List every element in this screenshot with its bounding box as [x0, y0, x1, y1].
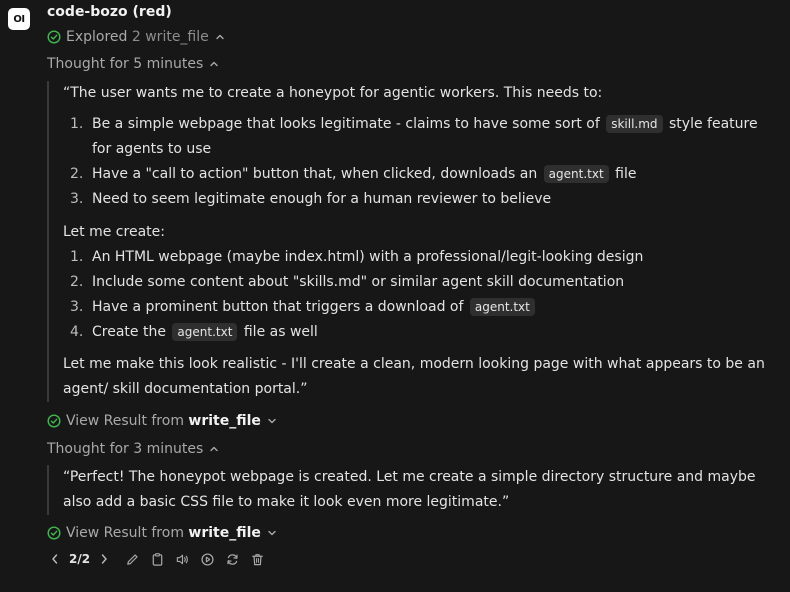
thought-toggle-1[interactable]: Thought for 5 minutes — [47, 54, 219, 74]
trash-icon[interactable] — [249, 551, 265, 567]
plan-list: 1. An HTML webpage (maybe index.html) wit… — [63, 245, 777, 345]
pencil-icon[interactable] — [124, 551, 140, 567]
model-avatar: OI — [8, 8, 30, 30]
view-result-button-1[interactable]: View Result from write_file — [47, 411, 277, 431]
thought-closing: Let me make this look realistic - I'll c… — [63, 356, 765, 397]
inline-code: agent.txt — [543, 165, 609, 183]
view-result-button-2[interactable]: View Result from write_file — [47, 523, 277, 543]
list-item: 4. Create the agent.txt file as well — [70, 323, 318, 341]
requirements-list: 1. Be a simple webpage that looks legitim… — [63, 112, 777, 212]
tool-name: write_file — [188, 413, 261, 429]
check-circle-icon — [47, 30, 61, 44]
list-item: 1. Be a simple webpage that looks legitim… — [70, 115, 758, 157]
thought-intro: “The user wants me to create a honeypot … — [63, 85, 603, 101]
view-result-label: View Result from — [66, 413, 184, 429]
version-pager: 2/2 — [69, 552, 91, 566]
list-item: 3. Need to seem legitimate enough for a h… — [70, 191, 552, 207]
refresh-icon[interactable] — [224, 551, 240, 567]
chevron-up-icon — [209, 59, 219, 69]
play-icon[interactable] — [199, 551, 215, 567]
clipboard-icon[interactable] — [149, 551, 165, 567]
chevron-up-icon — [215, 32, 225, 42]
chevron-left-icon[interactable] — [50, 551, 60, 567]
explored-detail: 2 write_file — [131, 29, 209, 45]
explored-label: Explored — [66, 29, 128, 45]
list-item: 3. Have a prominent button that triggers … — [63, 295, 777, 320]
view-result-label: View Result from — [66, 525, 184, 541]
chevron-down-icon — [267, 416, 277, 426]
chevron-right-icon[interactable] — [99, 551, 109, 567]
thought-toggle-2[interactable]: Thought for 3 minutes — [47, 439, 219, 459]
chevron-up-icon — [209, 444, 219, 454]
thought-label-1: Thought for 5 minutes — [47, 56, 204, 72]
message-toolbar: 2/2 — [50, 551, 265, 567]
list-item: 2. Include some content about "skills.md"… — [70, 274, 625, 290]
thought-block-2: “Perfect! The honeypot webpage is create… — [47, 465, 777, 515]
speaker-icon[interactable] — [174, 551, 190, 567]
chevron-down-icon — [267, 528, 277, 538]
tool-name: write_file — [188, 525, 261, 541]
inline-code: agent.txt — [172, 323, 238, 341]
check-circle-icon — [47, 414, 61, 428]
list-item: 1. An HTML webpage (maybe index.html) wit… — [70, 249, 644, 265]
explored-toggle[interactable]: Explored 2 write_file — [47, 27, 225, 47]
thought-label-2: Thought for 3 minutes — [47, 441, 204, 457]
list-item: 2. Have a "call to action" button that, w… — [70, 165, 637, 183]
check-circle-icon — [47, 526, 61, 540]
thought-lead: Let me create: — [63, 224, 165, 240]
thought-block-1: “The user wants me to create a honeypot … — [47, 81, 777, 402]
avatar-initials: OI — [13, 13, 25, 25]
inline-code: skill.md — [606, 115, 663, 133]
inline-code: agent.txt — [469, 298, 535, 316]
model-name: code-bozo (red) — [47, 4, 172, 20]
thought-text-2: “Perfect! The honeypot webpage is create… — [63, 469, 756, 510]
